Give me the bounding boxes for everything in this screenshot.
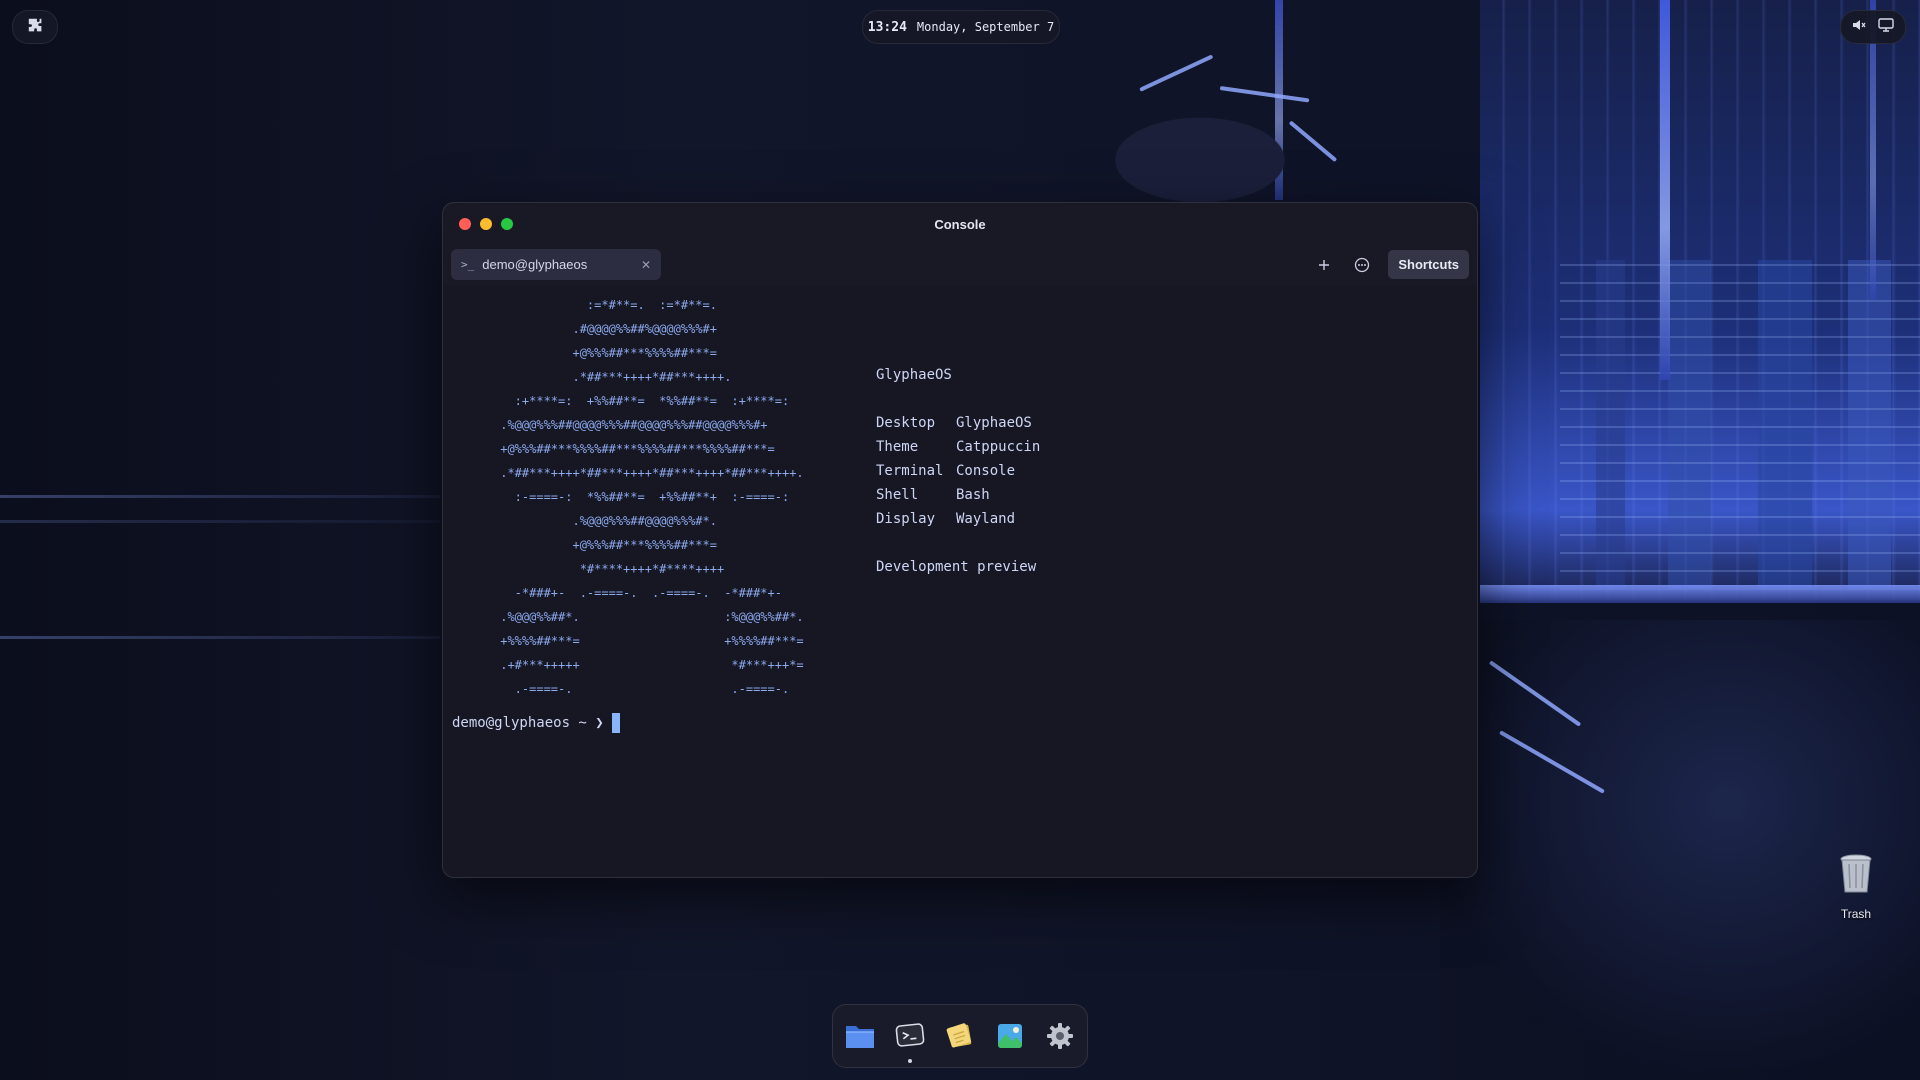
wallpaper-window-sill xyxy=(1480,585,1920,603)
wallpaper-city xyxy=(1560,260,1920,590)
image-viewer-icon xyxy=(998,1024,1022,1048)
os-name: GlyphaeOS xyxy=(876,367,952,383)
clock-widget[interactable]: 13:24 Monday, September 7 xyxy=(862,10,1060,44)
info-footer: Development preview xyxy=(876,559,1037,575)
close-tab-icon[interactable]: ✕ xyxy=(641,258,651,272)
info-row: Shell Bash xyxy=(876,487,990,503)
tab-label: demo@glyphaeos xyxy=(482,257,588,272)
tab-actions: Shortcuts xyxy=(1312,249,1469,280)
files-icon xyxy=(846,1026,874,1048)
shell-prompt[interactable]: demo@glyphaeos ~ ❯ xyxy=(452,713,620,733)
dock-settings[interactable] xyxy=(1042,1018,1078,1054)
console-window[interactable]: Console >_ demo@glyphaeos ✕ Shortcuts :=… xyxy=(442,202,1478,878)
prompt-text: demo@glyphaeos ~ ❯ xyxy=(452,715,604,731)
dock xyxy=(832,1004,1088,1068)
tab-demo-glyphaeos[interactable]: >_ demo@glyphaeos ✕ xyxy=(451,249,661,280)
running-indicator xyxy=(908,1059,912,1063)
wallpaper-stripe xyxy=(0,495,440,498)
terminal-prompt-icon: >_ xyxy=(461,258,475,271)
system-tray[interactable] xyxy=(1840,10,1906,44)
info-row: Display Wayland xyxy=(876,511,1016,527)
terminal-output[interactable]: :=*#**=. :=*#**=. .#@@@@%%##%@@@@%%%#+ +… xyxy=(443,285,1477,877)
ellipsis-circle-icon xyxy=(1355,257,1370,272)
system-info: GlyphaeOS Desktop GlyphaeOS Theme Catppucc… xyxy=(876,363,1040,579)
clock-date: Monday, September 7 xyxy=(916,20,1055,34)
dock-console[interactable] xyxy=(892,1018,928,1063)
shortcuts-button[interactable]: Shortcuts xyxy=(1388,250,1469,279)
window-title: Console xyxy=(934,216,986,232)
wallpaper-light-beam xyxy=(1870,0,1876,300)
info-row: Desktop GlyphaeOS xyxy=(876,415,1032,431)
more-options-button[interactable] xyxy=(1350,253,1374,277)
wallpaper-figure-hair xyxy=(1050,70,1350,210)
close-window-button[interactable] xyxy=(459,218,471,230)
tab-bar: >_ demo@glyphaeos ✕ Shortcuts xyxy=(443,245,1477,285)
settings-icon xyxy=(1047,1023,1073,1049)
wallpaper-stripe xyxy=(0,636,440,639)
console-icon xyxy=(895,1023,925,1047)
info-row: Terminal Console xyxy=(876,463,1016,479)
text-cursor xyxy=(611,713,620,733)
dock-image-viewer[interactable] xyxy=(992,1018,1028,1054)
app-menu-button[interactable] xyxy=(12,10,58,44)
window-titlebar[interactable]: Console xyxy=(443,203,1477,245)
trash-icon xyxy=(1836,854,1876,900)
puzzle-icon xyxy=(27,17,43,38)
wallpaper-stripe xyxy=(0,520,440,523)
notes-icon xyxy=(946,1023,972,1048)
wallpaper-light-beam xyxy=(1660,0,1670,380)
dock-notes[interactable] xyxy=(942,1018,978,1054)
display-icon[interactable] xyxy=(1878,17,1894,37)
info-row: Theme Catppuccin xyxy=(876,439,1041,455)
new-tab-button[interactable] xyxy=(1312,253,1336,277)
minimize-window-button[interactable] xyxy=(480,218,492,230)
ascii-logo: :=*#**=. :=*#**=. .#@@@@%%##%@@@@%%%#+ +… xyxy=(500,298,804,696)
trash-label: Trash xyxy=(1840,907,1872,921)
plus-icon xyxy=(1319,259,1330,270)
trash-desktop-item[interactable]: Trash xyxy=(1826,852,1886,921)
maximize-window-button[interactable] xyxy=(501,218,513,230)
window-controls xyxy=(459,218,513,230)
clock-time: 13:24 xyxy=(867,19,907,35)
wallpaper-figure-shadow xyxy=(1440,620,1920,1080)
volume-muted-icon[interactable] xyxy=(1852,18,1866,37)
dock-files[interactable] xyxy=(842,1018,878,1054)
